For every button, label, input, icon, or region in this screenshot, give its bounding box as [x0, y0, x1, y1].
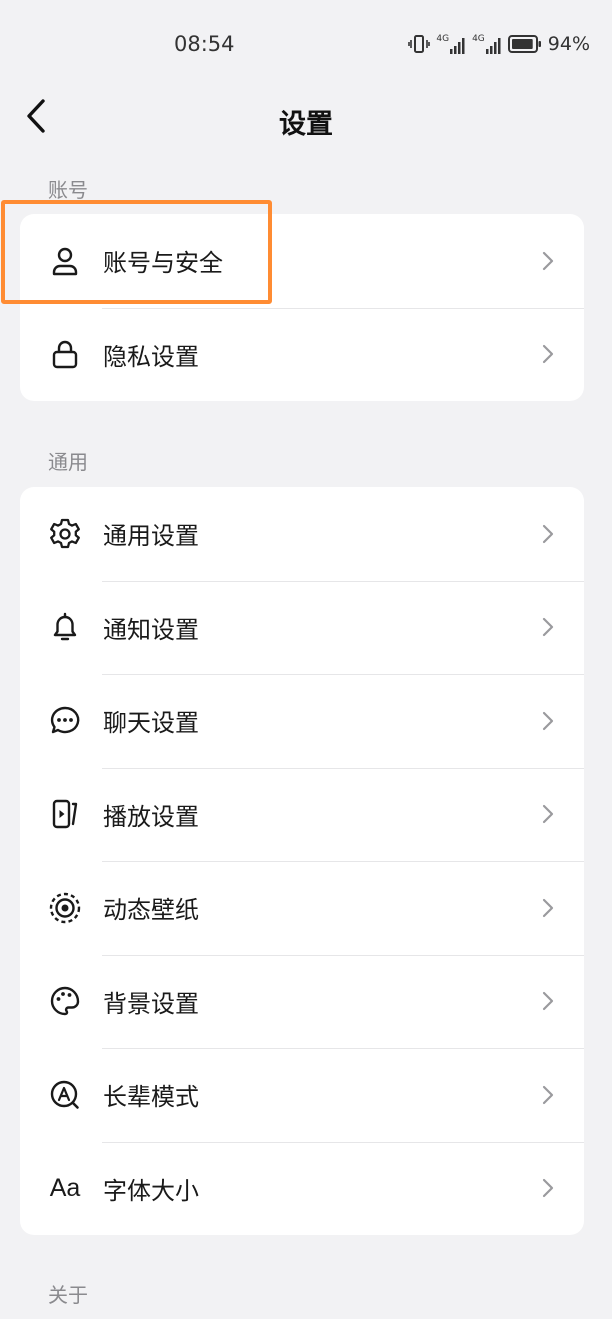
page-title: 设置: [279, 109, 333, 140]
settings-item-elder-mode[interactable]: 长辈模式: [20, 1048, 584, 1142]
settings-item-label: 通知设置: [103, 615, 199, 644]
signal-icon: 4G: [436, 33, 466, 54]
settings-item-label: 通用设置: [103, 522, 199, 551]
section-title-account: 账号: [48, 178, 88, 202]
settings-item-notification[interactable]: 通知设置: [20, 580, 584, 675]
settings-item-label: 隐私设置: [103, 342, 199, 371]
chevron-right-icon: [538, 342, 558, 366]
play-phone-icon: [46, 795, 84, 833]
user-icon: [46, 242, 84, 280]
settings-item-general[interactable]: 通用设置: [20, 487, 584, 581]
account-card: 账号与安全 隐私设置: [20, 214, 584, 401]
font-size-icon-text: Aa: [49, 1173, 81, 1202]
bell-icon: [46, 608, 84, 646]
gear-icon: [46, 515, 84, 553]
chevron-right-icon: [538, 615, 558, 639]
settings-item-label: 字体大小: [103, 1176, 199, 1205]
chat-bubble-icon: [46, 702, 84, 740]
section-title-about: 关于: [48, 1283, 88, 1307]
live-wallpaper-icon: [46, 889, 84, 927]
chevron-right-icon: [538, 1176, 558, 1200]
settings-item-background[interactable]: 背景设置: [20, 954, 584, 1049]
vibrate-icon: [408, 34, 431, 54]
settings-item-label: 长辈模式: [103, 1083, 199, 1112]
settings-item-chat[interactable]: 聊天设置: [20, 674, 584, 768]
battery-icon: [507, 35, 542, 53]
chevron-right-icon: [538, 989, 558, 1013]
network-type-1: 4G: [436, 33, 450, 44]
chevron-right-icon: [538, 896, 558, 920]
settings-item-privacy[interactable]: 隐私设置: [20, 307, 584, 402]
settings-item-label: 聊天设置: [103, 709, 199, 738]
settings-item-label: 账号与安全: [103, 249, 223, 278]
chevron-right-icon: [538, 249, 558, 273]
palette-icon: [46, 982, 84, 1020]
settings-item-playback[interactable]: 播放设置: [20, 767, 584, 862]
chevron-right-icon: [538, 802, 558, 826]
chevron-right-icon: [538, 709, 558, 733]
settings-item-account-security[interactable]: 账号与安全: [20, 214, 584, 308]
lock-icon: [46, 335, 84, 373]
section-title-general: 通用: [48, 450, 88, 474]
battery-percent: 94%: [547, 33, 590, 55]
settings-item-label: 背景设置: [103, 989, 199, 1018]
nav-bar: 设置: [0, 90, 612, 152]
signal-icon-2: 4G: [472, 33, 502, 54]
font-size-icon: Aa: [46, 1169, 84, 1207]
settings-item-label: 动态壁纸: [103, 896, 199, 925]
general-card: 通用设置 通知设置 聊天设置 播放设置 动态壁纸 背景设置 长辈模式 Aa 字体…: [20, 487, 584, 1235]
settings-item-live-wallpaper[interactable]: 动态壁纸: [20, 861, 584, 955]
status-time: 08:54: [174, 32, 235, 56]
status-icons: 4G 4G 94%: [408, 33, 590, 55]
network-type-2: 4G: [472, 33, 485, 44]
status-bar: 08:54 4G 4G 94%: [0, 0, 612, 90]
settings-item-label: 播放设置: [103, 802, 199, 831]
chevron-right-icon: [538, 522, 558, 546]
elder-mode-icon: [46, 1076, 84, 1114]
chevron-right-icon: [538, 1083, 558, 1107]
settings-item-font-size[interactable]: Aa 字体大小: [20, 1141, 584, 1236]
